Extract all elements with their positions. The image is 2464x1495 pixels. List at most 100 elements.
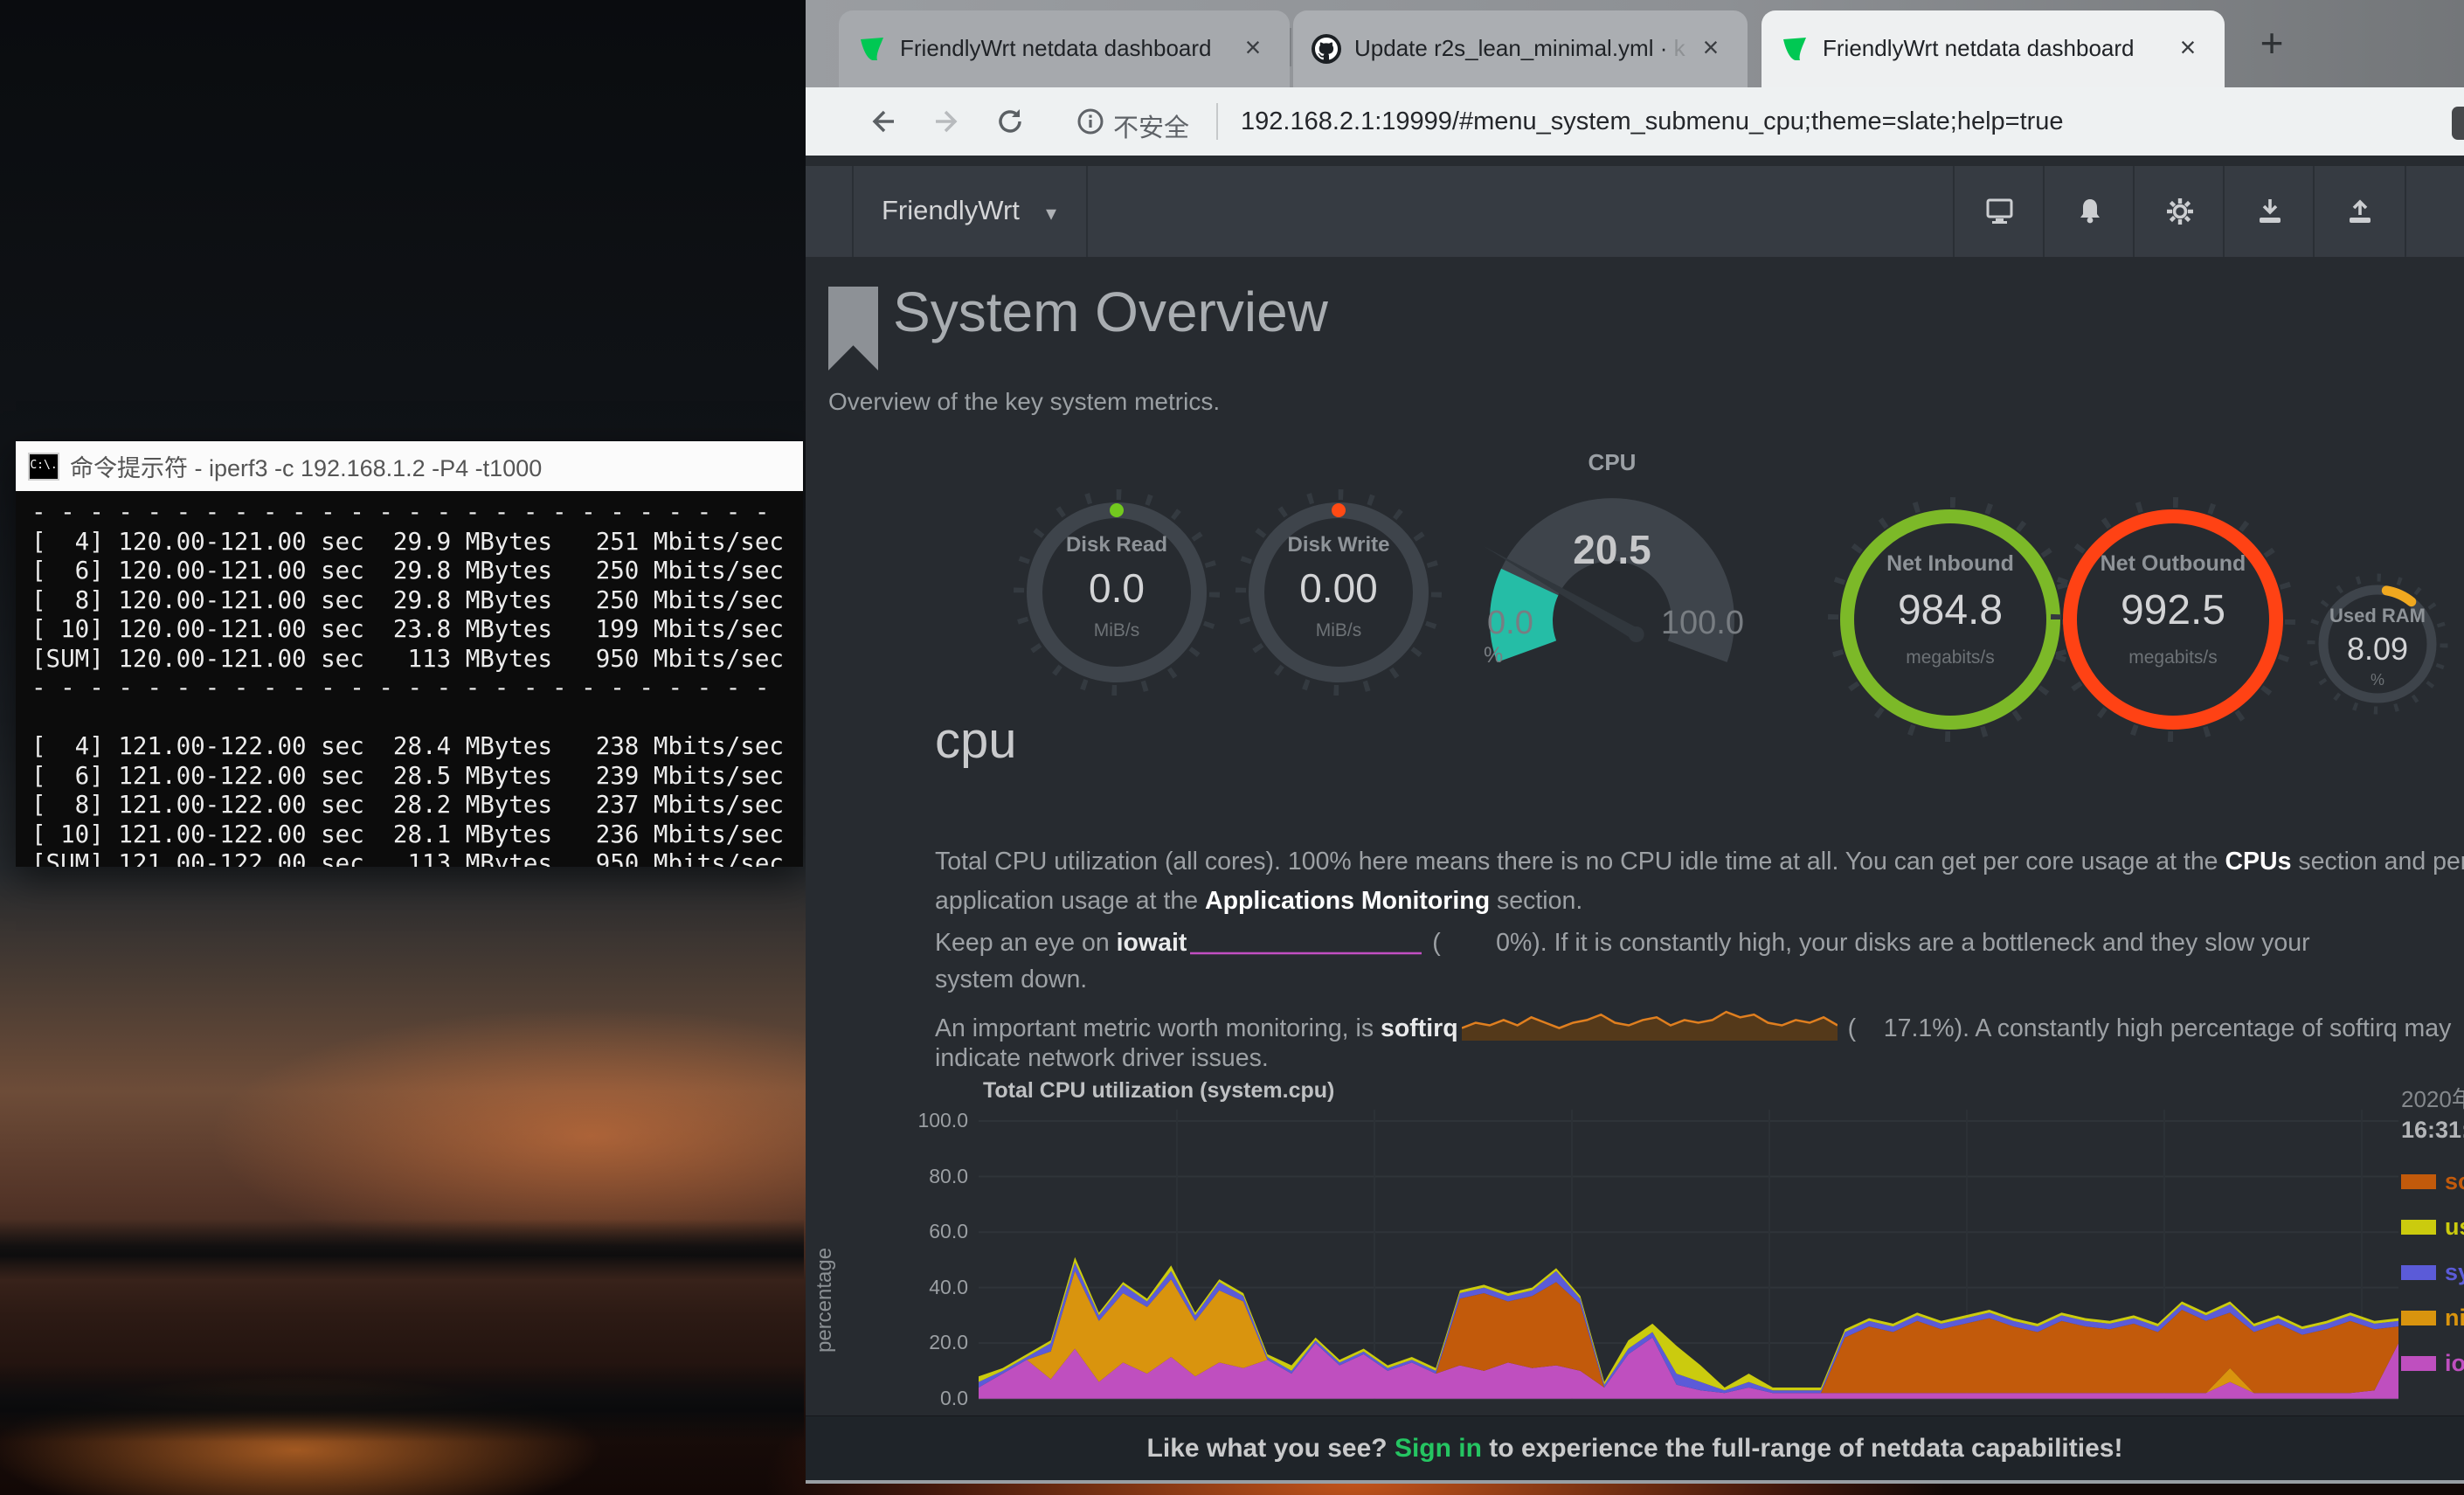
terminal-titlebar[interactable]: C:\. 命令提示符 - iperf3 -c 192.168.1.2 -P4 -… <box>16 441 803 492</box>
bell-icon <box>2074 196 2106 227</box>
legend-swatch <box>2401 1265 2436 1280</box>
screen: C:\. 命令提示符 - iperf3 -c 192.168.1.2 -P4 -… <box>0 0 2464 1495</box>
close-icon[interactable]: × <box>1693 30 1728 65</box>
close-icon[interactable]: × <box>1235 30 1270 65</box>
gauge-unit: megabits/s <box>1828 647 2073 668</box>
download-icon <box>2254 196 2286 227</box>
cmd-icon: C:\. <box>28 453 59 481</box>
paragraph-line: Keep an eye on iowait ( 0%). If it is co… <box>935 926 2464 958</box>
tab-separator <box>1290 28 1291 66</box>
cpu-utilization-chart[interactable] <box>979 1110 2398 1422</box>
bookmark-icon <box>828 287 878 370</box>
monitor-icon <box>1984 196 2016 227</box>
chart-y-axis-label: percentage <box>813 1195 844 1405</box>
github-logo-icon <box>1311 33 1342 65</box>
forward-icon[interactable] <box>931 106 963 137</box>
signin-banner: Like what you see? Sign in to experience… <box>806 1415 2464 1483</box>
tab-netdata-active[interactable]: FriendlyWrt netdata dashboard × <box>1761 10 2225 87</box>
extension-icon[interactable] <box>2452 107 2464 140</box>
terminal-window: C:\. 命令提示符 - iperf3 -c 192.168.1.2 -P4 -… <box>16 441 803 867</box>
disk-read-gauge[interactable]: Disk Read 0.0 MiB/s <box>1012 488 1222 697</box>
gauge-value: 20.5 <box>1477 526 1748 573</box>
gauge-label: Net Inbound <box>1828 551 2073 577</box>
reload-icon[interactable] <box>994 106 1026 137</box>
paragraph-line: An important metric worth monitoring, is… <box>935 1005 2464 1043</box>
info-icon[interactable] <box>1075 106 1106 137</box>
security-label[interactable]: 不安全 <box>1113 107 1189 144</box>
net-inbound-gauge[interactable]: Net Inbound 984.8 megabits/s <box>1828 497 2073 742</box>
legend-item-softirq[interactable]: softirq <box>2401 1159 2464 1204</box>
back-icon[interactable] <box>867 106 898 137</box>
softirq-sparkline <box>1462 1005 1838 1042</box>
legend-label: system <box>2445 1259 2464 1286</box>
gauge-value: 0.00 <box>1234 564 1443 612</box>
status-dot <box>1110 503 1124 517</box>
legend-label: user <box>2445 1214 2464 1241</box>
gauge-label: Disk Write <box>1234 533 1443 557</box>
disk-write-gauge[interactable]: Disk Write 0.00 MiB/s <box>1234 488 1443 697</box>
legend-item-nice[interactable]: nice <box>2401 1295 2464 1340</box>
sign-in-link[interactable]: Sign in <box>1395 1434 1482 1463</box>
legend-item-user[interactable]: user <box>2401 1204 2464 1249</box>
import-snapshot-button[interactable] <box>2223 166 2315 257</box>
tab-title: Update r2s_lean_minimal.yml · k <box>1354 35 1692 62</box>
gauge-label: Net Outbound <box>2051 551 2295 577</box>
chart-date: 2020年3月21日 <box>2401 1082 2464 1114</box>
host-dropdown[interactable]: FriendlyWrt ▾ <box>852 166 1088 257</box>
chart-time: 16:31:25 <box>2401 1117 2464 1144</box>
paragraph-line: system down. <box>935 966 2464 994</box>
address-bar: 不安全 192.168.2.1:19999/#menu_system_subme… <box>806 87 2464 156</box>
chart-legend-items: softirq user system niceiowait <box>2401 1159 2464 1386</box>
gauge-value: 0.0 <box>1012 564 1222 612</box>
status-dot <box>1332 503 1346 517</box>
y-tick: 40.0 <box>858 1276 968 1299</box>
display-options-button[interactable] <box>1953 166 2045 257</box>
gauge-unit: MiB/s <box>1234 620 1443 641</box>
url-field[interactable]: 192.168.2.1:19999/#menu_system_submenu_c… <box>1241 107 2064 136</box>
y-tick: 80.0 <box>858 1165 968 1188</box>
close-icon[interactable]: × <box>2170 30 2205 65</box>
gauge-max: 100.0 <box>1661 605 1744 642</box>
applications-monitoring-link[interactable]: Applications Monitoring <box>1205 887 1490 915</box>
legend-swatch <box>2401 1174 2436 1189</box>
gauge-label: CPU <box>1477 449 1748 476</box>
new-tab-button[interactable]: + <box>2249 21 2294 66</box>
netdata-logo-icon <box>856 33 888 65</box>
legend-swatch <box>2401 1356 2436 1371</box>
tab-netdata-1[interactable]: FriendlyWrt netdata dashboard × <box>839 10 1290 87</box>
chart-title: Total CPU utilization (system.cpu) <box>983 1078 1334 1104</box>
browser-window: FriendlyWrt netdata dashboard × Update r… <box>806 0 2464 1484</box>
tab-strip: FriendlyWrt netdata dashboard × Update r… <box>806 0 2464 87</box>
settings-button[interactable] <box>2133 166 2225 257</box>
paragraph-line: Total CPU utilization (all cores). 100% … <box>935 848 2464 876</box>
upload-icon <box>2344 196 2376 227</box>
divider <box>1216 103 1218 140</box>
legend-item-iowait[interactable]: iowait <box>2401 1340 2464 1386</box>
iowait-sparkline <box>1190 926 1422 956</box>
legend-swatch <box>2401 1220 2436 1235</box>
tab-title: FriendlyWrt netdata dashboard <box>900 35 1234 62</box>
cloud-band <box>0 1363 804 1442</box>
gauge-min: 0.0 <box>1487 605 1533 642</box>
tab-title: FriendlyWrt netdata dashboard <box>1823 35 2169 62</box>
export-snapshot-button[interactable] <box>2313 166 2406 257</box>
legend-item-system[interactable]: system <box>2401 1249 2464 1295</box>
terminal-title: 命令提示符 - iperf3 -c 192.168.1.2 -P4 -t1000 <box>70 449 542 483</box>
terminal-body: - - - - - - - - - - - - - - - - - - - - … <box>16 491 803 867</box>
gear-icon <box>2164 196 2196 227</box>
used-ram-gauge[interactable]: Used RAM 8.09 % <box>2303 570 2452 718</box>
tab-github[interactable]: Update r2s_lean_minimal.yml · k × <box>1293 10 1748 87</box>
cpu-section-description: Total CPU utilization (all cores). 100% … <box>935 848 2464 1075</box>
gauge-value: 8.09 <box>2303 631 2452 668</box>
cpus-link[interactable]: CPUs <box>2225 848 2291 876</box>
gauge-label: Disk Read <box>1012 533 1222 557</box>
cpu-gauge[interactable]: CPU 20.5 0.0 100.0 % <box>1477 449 1748 676</box>
cpu-gauge-arc <box>1477 474 1748 676</box>
net-outbound-gauge[interactable]: Net Outbound 992.5 megabits/s <box>2051 497 2295 742</box>
alarms-button[interactable] <box>2043 166 2135 257</box>
y-tick: 100.0 <box>858 1109 968 1132</box>
gauge-label: Used RAM <box>2303 605 2452 627</box>
gauge-value: 992.5 <box>2051 586 2295 634</box>
netdata-page: FriendlyWrt ▾ <box>806 156 2464 1484</box>
section-subtitle: Overview of the key system metrics. <box>828 388 1220 416</box>
